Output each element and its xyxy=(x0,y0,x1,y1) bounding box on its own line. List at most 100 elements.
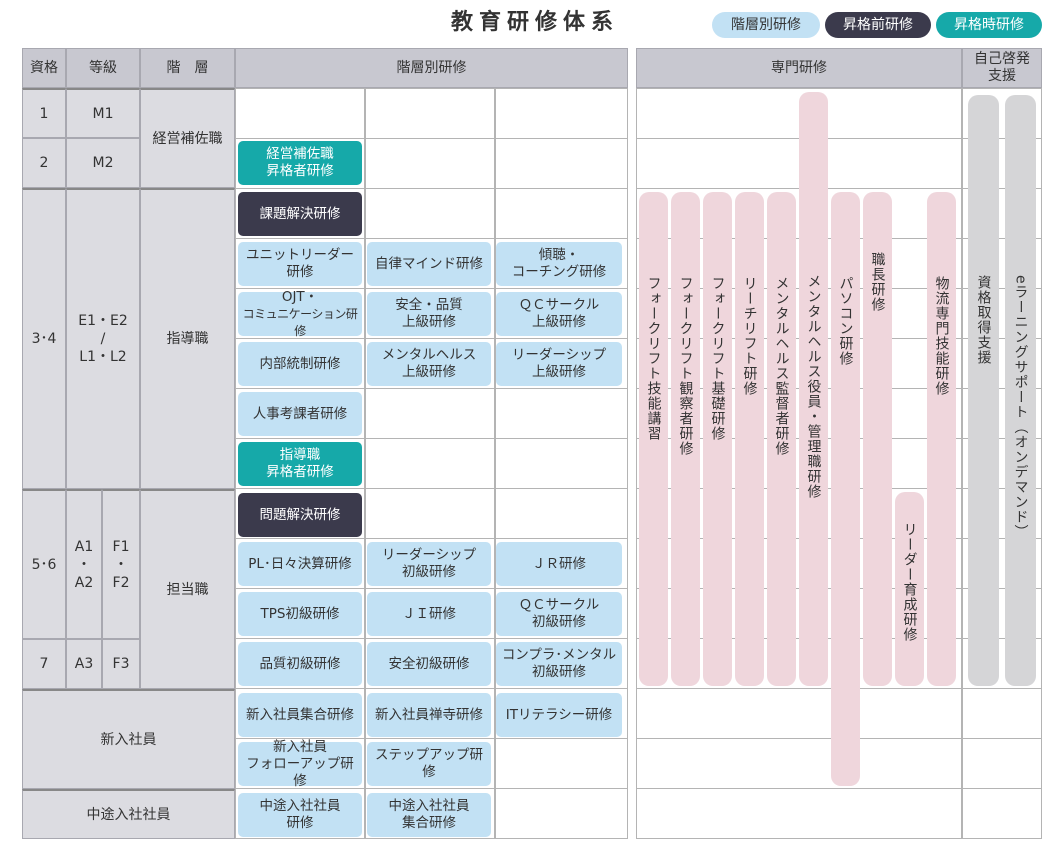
box-keicho-l2: コーチング研修 xyxy=(511,264,607,280)
bar-mental-kantoku-label: メンタルヘルス監督者研修 xyxy=(773,276,790,456)
kaisobetsu-cell xyxy=(365,438,495,489)
box-naibu-tousei: 内部統制研修 xyxy=(238,342,362,386)
box-tps-shokyu: TPS初級研修 xyxy=(238,592,362,636)
tokyu-slash: / xyxy=(100,331,106,347)
bar-butsuryu-senmon: 物流専門技能研修 xyxy=(927,192,956,686)
header-jiko-line1: 自己啓発 xyxy=(974,51,1030,67)
box-chuto-shugo-l2: 集合研修 xyxy=(402,815,456,831)
bar-forklift-kansatsu-label: フォークリフト観察者研修 xyxy=(677,276,694,456)
kaisobetsu-cell xyxy=(495,488,628,539)
box-leader-joukyu-l1: リーダーシップ xyxy=(511,347,607,363)
kaisobetsu-cell xyxy=(495,388,628,439)
bar-e-learning-label: eラーニングサポート（オンデマンド） xyxy=(1012,275,1029,540)
box-jr: ＪＲ研修 xyxy=(496,542,622,586)
box-anzen-shokyu: 安全初級研修 xyxy=(367,642,491,686)
bar-shikaku-shutoku-label: 資格取得支援 xyxy=(975,275,992,365)
box-keicho-l1: 傾聴・ xyxy=(538,247,580,263)
kaisobetsu-cell xyxy=(495,138,628,189)
kaisobetsu-cell xyxy=(365,88,495,139)
tokyu-a-dot: ・ xyxy=(77,556,91,573)
legend-kaisobetsu: 階層別研修 xyxy=(712,12,820,38)
header-tokyu: 等級 xyxy=(66,48,140,88)
box-step-up: ステップアップ研修 xyxy=(367,742,491,786)
bar-forklift-kiso-label: フォークリフト基礎研修 xyxy=(709,276,726,441)
bar-mental-yakuin-label: メンタルヘルス役員・管理職研修 xyxy=(805,274,822,499)
box-ojt: OJT・ コミュニケーション研修 xyxy=(238,288,362,338)
legend-shokaku-ji: 昇格時研修 xyxy=(936,12,1042,38)
header-kaisobetsu: 階層別研修 xyxy=(235,48,628,88)
box-anzen-joukyu-l2: 上級研修 xyxy=(402,314,456,330)
kaisobetsu-cell xyxy=(235,88,365,139)
box-unit-leader-l1: ユニットリーダー xyxy=(246,247,354,263)
box-leader-shokyu-l2: 初級研修 xyxy=(402,564,456,580)
box-chuto-l2: 研修 xyxy=(286,815,314,831)
box-shinnyu-zenji: 新入社員禅寺研修 xyxy=(367,693,491,737)
cell-tokyu-m2: M2 xyxy=(66,138,140,188)
header-kaiso: 階 層 xyxy=(140,48,235,88)
box-it-literacy: ITリテラシー研修 xyxy=(496,693,622,737)
box-shido-shokaku-l2: 昇格者研修 xyxy=(266,464,334,480)
box-qc-joukyu-l1: ＱＣサークル xyxy=(518,297,600,313)
cell-shikaku-34: 3･4 xyxy=(22,188,66,489)
bar-e-learning: eラーニングサポート（オンデマンド） xyxy=(1005,95,1036,686)
cell-tokyu-a12: A1 ・ A2 xyxy=(66,489,102,639)
cell-kaiso-shido: 指導職 xyxy=(140,188,235,489)
bar-pasokon-label: パソコン研修 xyxy=(837,276,854,366)
box-chuto-kenshu: 中途入社社員 研修 xyxy=(238,793,362,837)
box-qc-joukyu: ＱＣサークル 上級研修 xyxy=(496,292,622,336)
header-jiko: 自己啓発 支援 xyxy=(962,48,1042,88)
box-ojt-l1: OJT・ xyxy=(281,288,319,305)
bar-shokucho-label: 職長研修 xyxy=(869,252,886,312)
cell-tokyu-f3: F3 xyxy=(102,639,140,689)
header-senmon: 専門研修 xyxy=(636,48,962,88)
bar-leader-ikusei-label: リーダー育成研修 xyxy=(901,522,918,642)
tokyu-l: L1・L2 xyxy=(79,349,127,365)
box-follow-l2: フォローアップ研修 xyxy=(246,755,354,789)
kaisobetsu-cell xyxy=(365,488,495,539)
box-qc-shokyu-l2: 初級研修 xyxy=(532,614,586,630)
box-qc-joukyu-l2: 上級研修 xyxy=(532,314,586,330)
senmon-cell xyxy=(636,788,962,839)
senmon-cell xyxy=(962,738,1042,789)
kaisobetsu-cell xyxy=(365,388,495,439)
box-mondai-kaiketsu: 問題解決研修 xyxy=(238,493,362,537)
legend-shokaku-mae: 昇格前研修 xyxy=(825,12,931,38)
cell-kaiso-shinnyu: 新入社員 xyxy=(22,689,235,789)
bar-forklift-kansatsu: フォークリフト観察者研修 xyxy=(671,192,700,686)
kaisobetsu-cell xyxy=(365,138,495,189)
cell-shikaku-7: 7 xyxy=(22,639,66,689)
cell-shikaku-1: 1 xyxy=(22,88,66,138)
box-keiei-shokaku: 経営補佐職 昇格者研修 xyxy=(238,141,362,185)
box-unit-leader: ユニットリーダー 研修 xyxy=(238,242,362,286)
bar-mental-yakuin: メンタルヘルス役員・管理職研修 xyxy=(799,92,828,686)
box-ji: ＪＩ研修 xyxy=(367,592,491,636)
box-mental-joukyu-l1: メンタルヘルス xyxy=(381,347,477,363)
cell-kaiso-keiei: 経営補佐職 xyxy=(140,88,235,188)
box-anzen-hinshitsu-joukyu: 安全・品質 上級研修 xyxy=(367,292,491,336)
box-leader-shokyu-l1: リーダーシップ xyxy=(381,547,477,563)
bar-reach-lift: リーチリフト研修 xyxy=(735,192,764,686)
box-qc-shokyu-l1: ＱＣサークル xyxy=(518,597,600,613)
header-shikaku: 資格 xyxy=(22,48,66,88)
box-keicho-coaching: 傾聴・ コーチング研修 xyxy=(496,242,622,286)
senmon-cell xyxy=(962,688,1042,739)
senmon-cell xyxy=(962,788,1042,839)
box-compla-l1: コンプラ･メンタル xyxy=(501,647,617,663)
box-qc-shokyu: ＱＣサークル 初級研修 xyxy=(496,592,622,636)
box-mental-joukyu-l2: 上級研修 xyxy=(402,364,456,380)
bar-forklift-kiso: フォークリフト基礎研修 xyxy=(703,192,732,686)
box-compla-l2: 初級研修 xyxy=(532,664,586,680)
cell-kaiso-tanto: 担当職 xyxy=(140,489,235,689)
kaisobetsu-cell xyxy=(495,788,628,839)
box-leadership-joukyu: リーダーシップ 上級研修 xyxy=(496,342,622,386)
box-keiei-shokaku-l1: 経営補佐職 xyxy=(266,146,334,162)
bar-reach-lift-label: リーチリフト研修 xyxy=(741,276,758,396)
box-keiei-shokaku-l2: 昇格者研修 xyxy=(266,163,334,179)
box-hinshitsu-shokyu: 品質初級研修 xyxy=(238,642,362,686)
box-mental-joukyu: メンタルヘルス 上級研修 xyxy=(367,342,491,386)
kaisobetsu-cell xyxy=(495,738,628,789)
page-title: 教育研修体系 xyxy=(450,10,619,35)
box-jinji-kouka: 人事考課者研修 xyxy=(238,392,362,436)
bar-butsuryu-senmon-label: 物流専門技能研修 xyxy=(933,276,950,396)
box-pl-kessan: PL･日々決算研修 xyxy=(238,542,362,586)
